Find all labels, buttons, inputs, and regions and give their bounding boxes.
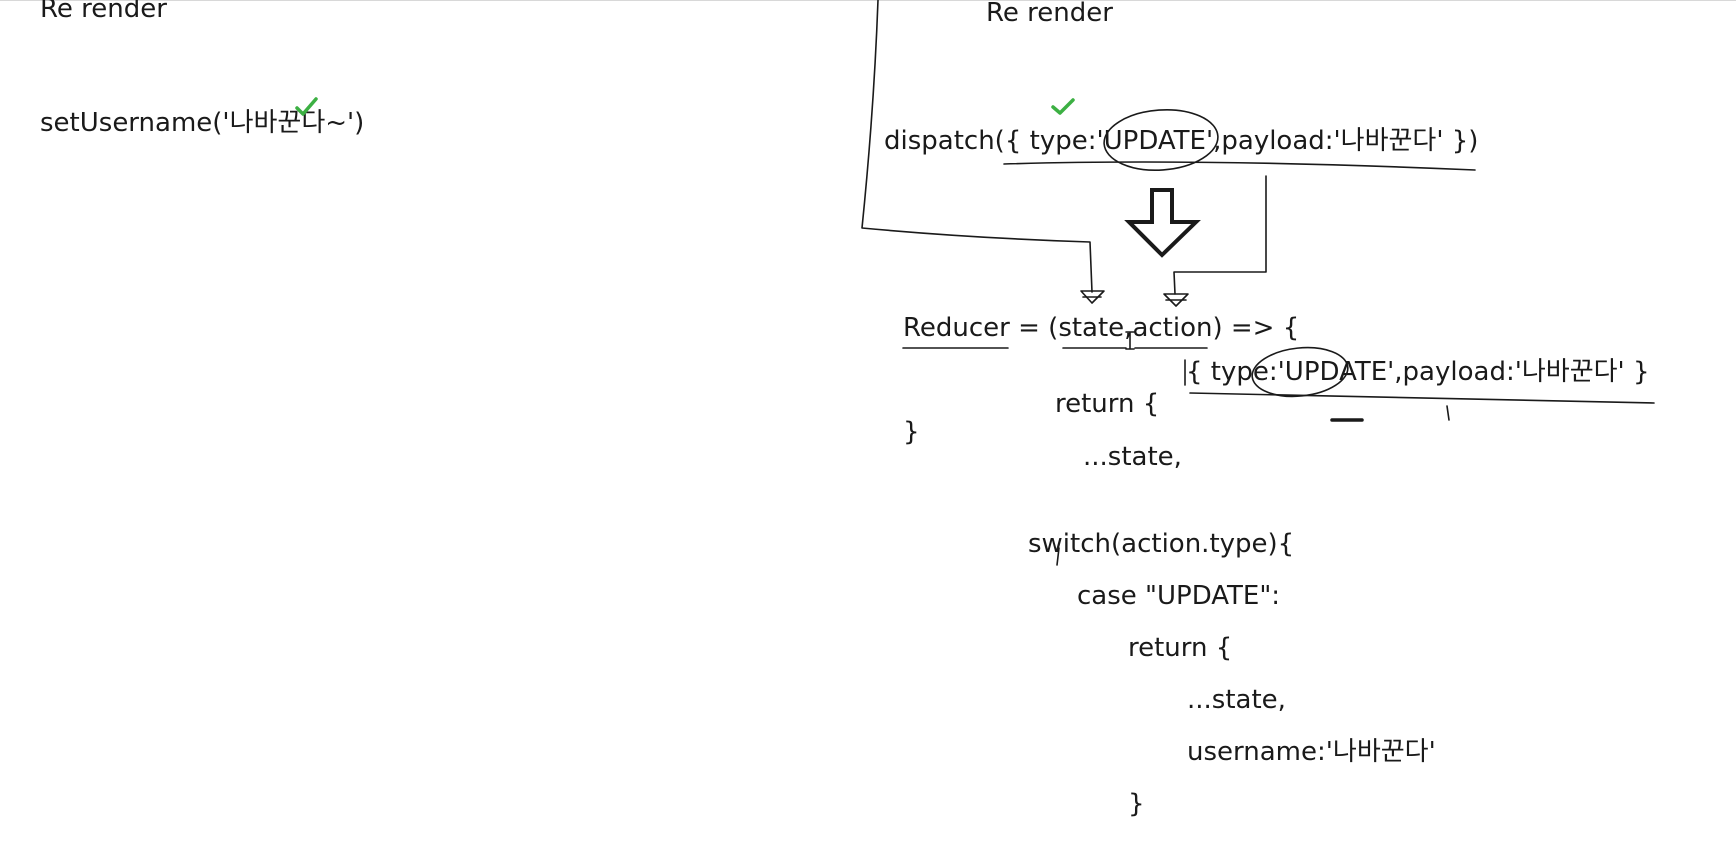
dispatch-underline: [1003, 161, 1476, 171]
inner-close-brace: }: [1128, 789, 1145, 819]
action-route-line: [1173, 175, 1267, 295]
top-border: [0, 0, 1736, 1]
case-line: case "UPDATE":: [1077, 581, 1281, 611]
check-mark-icon: [1051, 98, 1075, 115]
action-note-underline: [1189, 392, 1655, 404]
state-route-arrowhead: [1080, 290, 1105, 304]
spread-state: ...state,: [1083, 442, 1182, 472]
set-username-call: setUsername('나바꾼다~'): [40, 108, 365, 138]
inner-spread-state: ...state,: [1187, 685, 1286, 715]
action-route-arrowhead: [1163, 293, 1189, 307]
dispatch-call: dispatch({ type:'UPDATE',payload:'나바꾼다' …: [884, 126, 1479, 156]
right-heading: Re render: [986, 0, 1113, 28]
reducer-close-brace: }: [903, 417, 920, 447]
return-open: return {: [1055, 389, 1160, 419]
small-tick: [1446, 405, 1450, 421]
inner-return-open: return {: [1128, 633, 1233, 663]
username-line: username:'나바꾼다': [1187, 737, 1436, 767]
left-heading: Re render: [40, 0, 167, 24]
switch-line: switch(action.type){: [1028, 529, 1295, 559]
down-arrow-icon: [1124, 188, 1201, 258]
action-note: { type:'UPDATE',payload:'나바꾼다' }: [1186, 357, 1650, 387]
reducer-signature: Reducer = (state,action) => {: [903, 313, 1300, 343]
